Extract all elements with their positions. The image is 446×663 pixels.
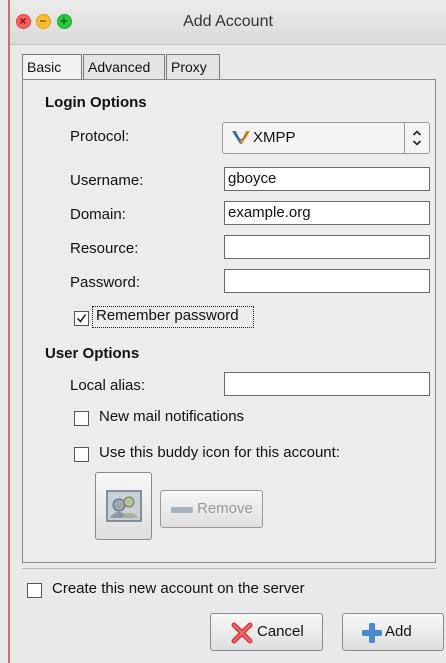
add-account-window: Add Account Basic Advanced Proxy Login O… (8, 0, 446, 663)
minus-icon (171, 507, 193, 513)
username-label: Username: (70, 172, 144, 189)
create-account-label[interactable]: Create this new account on the server (52, 580, 305, 597)
cancel-button-label: Cancel (257, 623, 304, 640)
add-button[interactable]: Add (342, 613, 444, 651)
cancel-icon (231, 622, 253, 644)
password-field[interactable] (224, 269, 430, 293)
buddy-icon-checkbox[interactable] (74, 447, 89, 462)
chevron-updown-icon (412, 130, 422, 146)
local-alias-field[interactable] (224, 372, 430, 396)
basic-tab-panel: Login Options Protocol: XMPP Username: g… (22, 79, 436, 563)
add-button-label: Add (385, 623, 412, 640)
cancel-button[interactable]: Cancel (210, 613, 323, 651)
password-label: Password: (70, 274, 141, 291)
title-bar[interactable]: Add Account (10, 0, 446, 45)
protocol-dropdown-arrow[interactable] (404, 123, 429, 153)
resource-field[interactable] (224, 235, 430, 259)
tab-proxy[interactable]: Proxy (166, 54, 220, 79)
domain-field[interactable]: example.org (224, 201, 430, 225)
buddy-image-icon (106, 490, 142, 522)
protocol-select[interactable]: XMPP (222, 122, 430, 154)
tab-advanced[interactable]: Advanced (83, 54, 165, 79)
resource-label: Resource: (70, 240, 139, 257)
remember-password-checkbox[interactable] (74, 311, 89, 326)
new-mail-checkbox[interactable] (74, 411, 89, 426)
new-mail-label[interactable]: New mail notifications (99, 408, 244, 425)
protocol-label: Protocol: (70, 128, 130, 145)
domain-label: Domain: (70, 206, 126, 223)
remove-icon-button[interactable]: Remove (160, 490, 263, 528)
window-title: Add Account (183, 13, 273, 30)
checkmark-icon (76, 314, 87, 323)
plus-icon (362, 623, 382, 643)
tab-basic[interactable]: Basic (22, 54, 82, 81)
local-alias-label: Local alias: (70, 377, 146, 394)
xmpp-icon (232, 131, 250, 144)
buddy-icon-label[interactable]: Use this buddy icon for this account: (99, 444, 340, 461)
create-account-checkbox[interactable] (27, 583, 42, 598)
login-options-heading: Login Options (45, 94, 147, 111)
remember-password-label[interactable]: Remember password (96, 307, 239, 324)
username-field[interactable]: gboyce (224, 167, 430, 191)
buddy-icon-button[interactable] (95, 472, 152, 540)
divider (22, 568, 436, 569)
protocol-value: XMPP (253, 129, 296, 146)
remove-button-label: Remove (197, 500, 253, 517)
user-options-heading: User Options (45, 345, 140, 362)
